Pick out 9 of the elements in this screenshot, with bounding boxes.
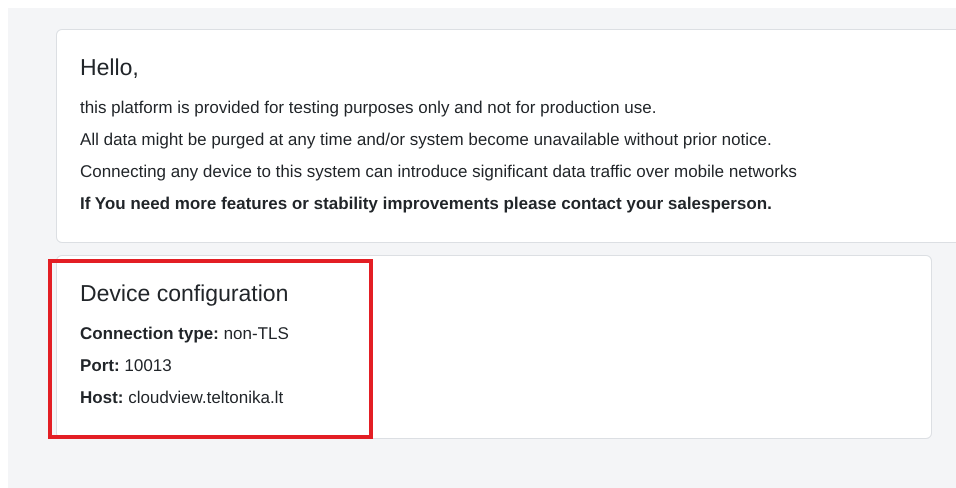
card-title: Device configuration (80, 279, 288, 308)
config-field: Port: 10013 (80, 350, 172, 382)
notice-text: Connecting any device to this system can introduce significant data traffic over mobile networks (80, 161, 797, 183)
config-field: Host: cloudview.teltonika.lt (80, 382, 284, 414)
config-field: Connection type: non-TLS (80, 318, 289, 350)
notice-text: this platform is provided for testing purposes only and not for production use. (80, 97, 656, 119)
notice-text: All data might be purged at any time and/or system become unavailable without prior notice. (80, 129, 772, 151)
notice-text: If You need more features or stability improvements please contact your salesperson. (80, 193, 772, 215)
card-title: Hello, (80, 53, 139, 82)
